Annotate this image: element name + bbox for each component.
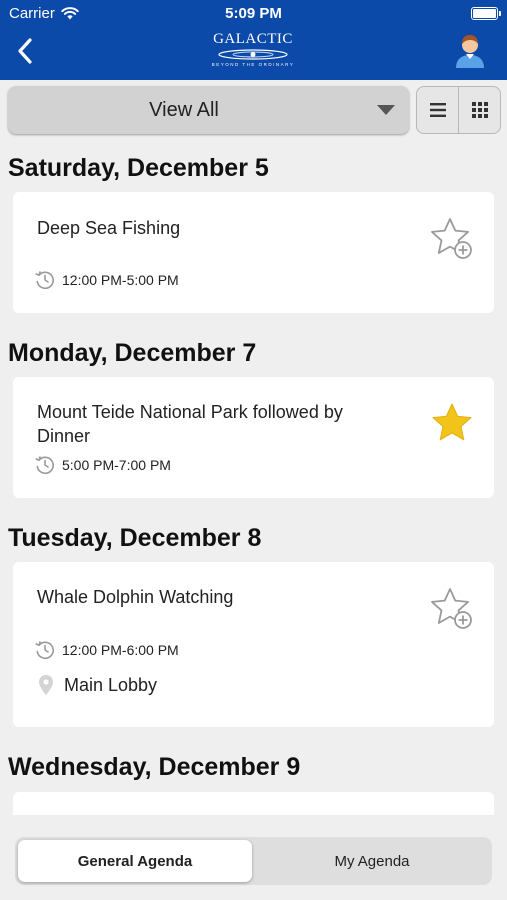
event-time-row: 5:00 PM-7:00 PM — [35, 455, 171, 475]
star-filled-icon — [432, 403, 472, 441]
event-time-row: 12:00 PM-6:00 PM — [35, 640, 179, 660]
event-time: 12:00 PM-5:00 PM — [62, 272, 179, 288]
caret-down-icon — [377, 105, 395, 115]
add-favorite-button[interactable] — [428, 216, 476, 262]
tab-general-agenda[interactable]: General Agenda — [18, 840, 252, 882]
app-header: Carrier 5:09 PM GALACTIC BEYOND THE ORDI… — [0, 0, 507, 80]
remove-favorite-button[interactable] — [428, 401, 476, 447]
event-time: 12:00 PM-6:00 PM — [62, 642, 179, 658]
agenda-segmented-control: General Agenda My Agenda — [15, 837, 492, 885]
filter-selected-label: View All — [149, 99, 219, 121]
clock-icon — [35, 456, 54, 475]
event-title: Deep Sea Fishing — [37, 218, 181, 238]
profile-button[interactable] — [453, 32, 487, 68]
day-heading: Tuesday, December 8 — [8, 524, 262, 552]
logo-text: GALACTIC — [213, 31, 293, 47]
event-location: Main Lobby — [64, 674, 158, 695]
grid-view-button[interactable] — [458, 87, 500, 133]
day-heading: Monday, December 7 — [8, 339, 257, 367]
event-title: Mount Teide National Park followed by Di… — [37, 402, 343, 446]
event-title: Whale Dolphin Watching — [37, 587, 234, 607]
list-icon — [429, 103, 446, 117]
battery-icon — [471, 7, 501, 20]
back-button[interactable] — [10, 34, 40, 68]
grid-icon — [471, 102, 488, 118]
logo-swoosh-icon — [218, 49, 288, 60]
add-favorite-button[interactable] — [428, 586, 476, 632]
tab-my-agenda[interactable]: My Agenda — [255, 840, 489, 882]
event-card[interactable]: Whale Dolphin Watching 12:00 PM-6:00 PM … — [13, 562, 494, 727]
day-heading: Wednesday, December 9 — [8, 753, 301, 781]
view-filter-dropdown[interactable]: View All — [8, 86, 409, 134]
event-card[interactable]: Mount Teide National Park followed by Di… — [13, 377, 494, 498]
user-avatar-icon — [456, 35, 484, 68]
list-view-button[interactable] — [417, 87, 458, 133]
event-card[interactable]: Deep Sea Fishing 12:00 PM-5:00 PM — [13, 192, 494, 313]
star-add-icon — [431, 588, 472, 629]
status-time: 5:09 PM — [225, 5, 282, 22]
clock-icon — [35, 271, 54, 290]
clock-icon — [35, 641, 54, 660]
galactic-logo: GALACTIC BEYOND THE ORDINARY — [203, 31, 303, 73]
location-pin-icon — [39, 675, 53, 695]
day-heading: Saturday, December 5 — [8, 154, 269, 182]
event-location-row: Main Lobby — [38, 674, 157, 696]
view-mode-toggle — [416, 86, 501, 134]
event-time-row: 12:00 PM-5:00 PM — [35, 270, 179, 290]
logo-tagline: BEYOND THE ORDINARY — [211, 62, 295, 67]
star-add-icon — [431, 218, 472, 259]
chevron-left-icon — [18, 38, 32, 64]
bottom-tab-bar: General Agenda My Agenda — [0, 815, 507, 900]
event-time: 5:00 PM-7:00 PM — [62, 457, 171, 473]
status-bar: Carrier 5:09 PM — [0, 0, 507, 28]
